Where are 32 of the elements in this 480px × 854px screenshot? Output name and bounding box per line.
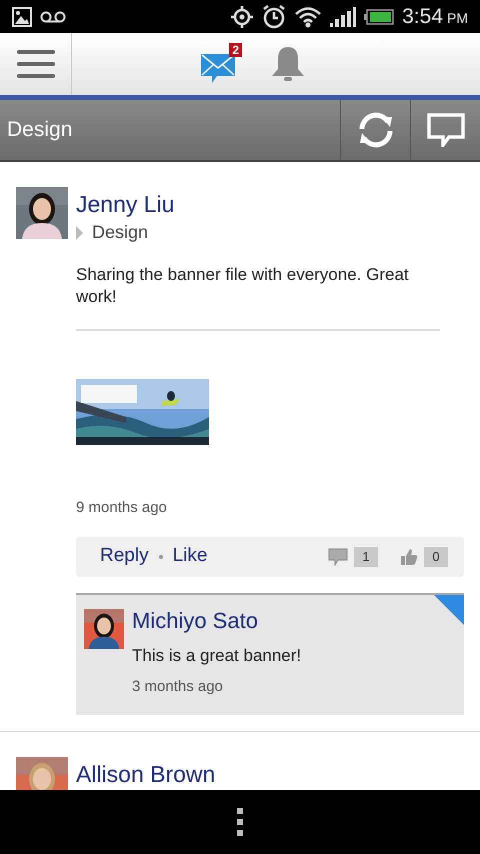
- gps-icon: [230, 4, 254, 28]
- post-text: Sharing the banner file with everyone. Great work!: [76, 264, 410, 308]
- triangle-icon: [76, 226, 83, 240]
- notifications-button[interactable]: [270, 44, 306, 84]
- battery-icon: [364, 8, 394, 24]
- clock-meridiem: PM: [447, 9, 468, 28]
- bell-icon: [270, 45, 306, 83]
- clock-time: 3:54: [402, 4, 443, 30]
- section-title: Design: [7, 117, 72, 144]
- group-name[interactable]: Design: [92, 219, 148, 246]
- comment-icon: [328, 548, 348, 566]
- alarm-icon: [262, 4, 286, 30]
- message-count-badge: 2: [229, 43, 242, 57]
- voicemail-icon: [40, 10, 66, 22]
- post-time: 9 months ago: [76, 498, 168, 518]
- author-name[interactable]: Jenny Liu: [76, 189, 174, 219]
- reply-link[interactable]: Reply: [100, 542, 149, 571]
- signal-icon: [330, 6, 356, 26]
- image-icon: [12, 6, 32, 26]
- mail-icon: [200, 52, 236, 84]
- overflow-menu-icon: [237, 808, 243, 836]
- author-name[interactable]: Michiyo Sato: [132, 606, 302, 634]
- like-link[interactable]: Like: [172, 542, 208, 571]
- thumbs-up-icon: [400, 548, 418, 566]
- comment-text: This is a great banner!: [132, 644, 302, 666]
- wifi-icon: [294, 6, 322, 28]
- menu-icon: [16, 48, 56, 80]
- comment-count: 1: [354, 546, 378, 566]
- author-name[interactable]: Allison Brown: [76, 758, 216, 788]
- comment-time: 3 months ago: [132, 677, 224, 697]
- speech-bubble-icon: [426, 113, 464, 147]
- like-count: 0: [424, 546, 448, 566]
